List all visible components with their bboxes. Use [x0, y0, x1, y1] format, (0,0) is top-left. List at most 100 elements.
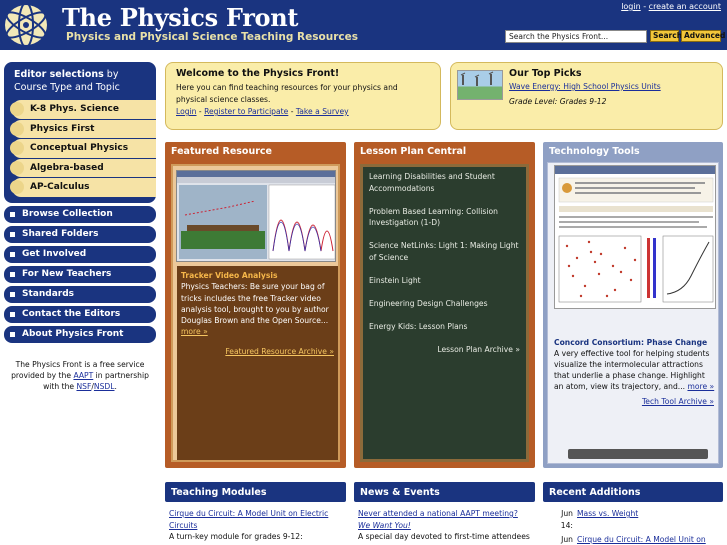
editor-selections-title: Editor selections by Course Type and Top…	[4, 66, 156, 100]
course-ap-calculus[interactable]: AP-Calculus	[10, 178, 156, 197]
course-label: Physics First	[30, 123, 95, 134]
nav-get-involved[interactable]: Get Involved	[4, 245, 156, 263]
search-button[interactable]: Search	[650, 30, 682, 42]
search-input[interactable]	[505, 30, 647, 43]
nsdl-link[interactable]: NSDL	[94, 382, 115, 391]
course-k8-phys-science[interactable]: K-8 Phys. Science	[10, 100, 156, 119]
featured-archive-link[interactable]: Featured Resource Archive »	[181, 346, 334, 357]
news-events: News & Events Never attended a national …	[354, 482, 535, 545]
tech-heading: Technology Tools	[549, 146, 640, 157]
login-link[interactable]: Login	[176, 107, 197, 116]
teaching-text: A turn-key module for grades 9-12: intro…	[169, 532, 339, 545]
recent-heading: Recent Additions	[543, 482, 723, 502]
tab-marker	[10, 121, 24, 136]
welcome-title: Welcome to the Physics Front!	[176, 68, 340, 79]
site-header: The Physics Front Physics and Physical S…	[0, 0, 727, 50]
course-conceptual-physics[interactable]: Conceptual Physics	[10, 139, 156, 158]
technology-tools-panel: Technology Tools Concord Consortium: Pha…	[543, 142, 723, 468]
tab-marker	[10, 102, 24, 117]
news-link[interactable]: Never attended a national AAPT meeting?	[358, 509, 518, 518]
news-text: A special day devoted to first-time atte…	[358, 532, 531, 545]
teaching-heading: Teaching Modules	[165, 482, 346, 502]
lesson-item[interactable]: Science NetLinks: Light 1: Making Light …	[369, 240, 520, 263]
link-separator: -	[640, 2, 649, 11]
course-physics-first[interactable]: Physics First	[10, 119, 156, 138]
course-label: K-8 Phys. Science	[30, 104, 119, 115]
tech-description: Concord Consortium: Phase Change A very …	[554, 337, 716, 392]
recent-item: Jun 14: Cirque du Circuit: A Model Unit …	[547, 534, 719, 545]
register-link[interactable]: Register to Participate	[204, 107, 288, 116]
advanced-search-button[interactable]: Advanced	[681, 30, 725, 42]
featured-item-title[interactable]: Tracker Video Analysis	[181, 270, 334, 281]
course-algebra-based[interactable]: Algebra-based	[10, 158, 156, 177]
sidebar: Editor selections by Course Type and Top…	[4, 62, 156, 392]
nav-standards[interactable]: Standards	[4, 285, 156, 303]
nav-label: About Physics Front	[22, 329, 124, 339]
featured-description: Tracker Video Analysis Physics Teachers:…	[177, 266, 338, 460]
site-subtitle: Physics and Physical Science Teaching Re…	[66, 31, 358, 43]
tech-archive-link[interactable]: Tech Tool Archive »	[642, 397, 714, 406]
teaching-module-link[interactable]: Cirque du Circuit: A Model Unit on Elect…	[169, 508, 342, 531]
nav-contact-editors[interactable]: Contact the Editors	[4, 305, 156, 323]
tracker-screenshot[interactable]	[176, 170, 336, 262]
recent-link[interactable]: Cirque du Circuit: A Model Unit on Elect…	[577, 534, 719, 545]
news-link-emphasis[interactable]: We Want You!	[358, 521, 411, 530]
create-account-link[interactable]: create an account	[649, 2, 721, 11]
grade-level: Grade Level: Grades 9-12	[509, 97, 607, 106]
lesson-item[interactable]: Einstein Light	[369, 275, 520, 287]
login-link[interactable]: login	[621, 2, 641, 11]
lesson-item[interactable]: Engineering Design Challenges	[369, 298, 520, 310]
top-picks-title: Our Top Picks	[509, 68, 582, 79]
featured-frame: Tracker Video Analysis Physics Teachers:…	[171, 164, 340, 462]
lesson-item[interactable]: Learning Disabilities and Student Accomm…	[369, 171, 520, 194]
note-text: .	[114, 381, 117, 391]
bullet-icon	[10, 291, 15, 297]
nav-label: For New Teachers	[22, 269, 112, 279]
nsf-link[interactable]: NSF	[76, 382, 91, 391]
editor-selections-box: Editor selections by Course Type and Top…	[4, 62, 156, 203]
recent-link[interactable]: Mass vs. Weight	[577, 508, 638, 531]
course-label: AP-Calculus	[30, 182, 90, 193]
featured-item-text: Physics Teachers: Be sure your bag of tr…	[181, 282, 329, 326]
link-separator: -	[196, 107, 205, 116]
aapt-link[interactable]: AAPT	[73, 371, 93, 380]
featured-heading: Featured Resource	[171, 146, 272, 157]
top-picks-box: Our Top Picks Wave Energy: High School P…	[450, 62, 723, 130]
lesson-plan-panel: Lesson Plan Central Learning Disabilitie…	[354, 142, 535, 468]
news-heading: News & Events	[354, 482, 535, 502]
lesson-heading: Lesson Plan Central	[360, 146, 467, 157]
bullet-icon	[10, 211, 15, 217]
phase-change-screenshot[interactable]	[554, 165, 716, 309]
welcome-links: Login - Register to Participate - Take a…	[176, 107, 430, 116]
top-pick-link[interactable]: Wave Energy: High School Physics Units	[509, 82, 661, 91]
nav-label: Contact the Editors	[22, 309, 121, 319]
nav-label: Shared Folders	[22, 229, 99, 239]
tech-more-link[interactable]: more »	[687, 382, 714, 391]
link-separator: -	[288, 107, 296, 116]
atom-logo-icon[interactable]	[2, 2, 58, 48]
tech-item-title[interactable]: Concord Consortium: Phase Change	[554, 337, 716, 348]
nav-for-new-teachers[interactable]: For New Teachers	[4, 265, 156, 283]
nav-browse-collection[interactable]: Browse Collection	[4, 205, 156, 223]
lesson-item[interactable]: Energy Kids: Lesson Plans	[369, 321, 520, 333]
recent-item: Jun 14: Mass vs. Weight	[547, 508, 719, 531]
tab-marker	[10, 141, 24, 156]
welcome-text: Here you can find teaching resources for…	[176, 83, 398, 104]
lesson-item[interactable]: Problem Based Learning: Collision Invest…	[369, 206, 520, 229]
survey-link[interactable]: Take a Survey	[296, 107, 349, 116]
monitor-frame: Concord Consortium: Phase Change A very …	[547, 162, 719, 464]
tab-marker	[10, 160, 24, 175]
service-note: The Physics Front is a free service prov…	[4, 359, 156, 392]
chalkboard: Learning Disabilities and Student Accomm…	[360, 164, 529, 462]
bullet-icon	[10, 251, 15, 257]
course-label: Algebra-based	[30, 162, 104, 173]
bullet-icon	[10, 311, 15, 317]
site-title[interactable]: The Physics Front	[62, 3, 299, 32]
nav-about-physics-front[interactable]: About Physics Front	[4, 325, 156, 343]
featured-resource-panel: Featured Resource Tracker Video Analysis…	[165, 142, 346, 468]
nav-shared-folders[interactable]: Shared Folders	[4, 225, 156, 243]
recent-additions: Recent Additions Jun 14: Mass vs. Weight…	[543, 482, 723, 545]
lesson-archive-link[interactable]: Lesson Plan Archive »	[369, 344, 520, 356]
featured-more-link[interactable]: more »	[181, 327, 208, 336]
top-pick-thumbnail[interactable]	[457, 70, 503, 100]
